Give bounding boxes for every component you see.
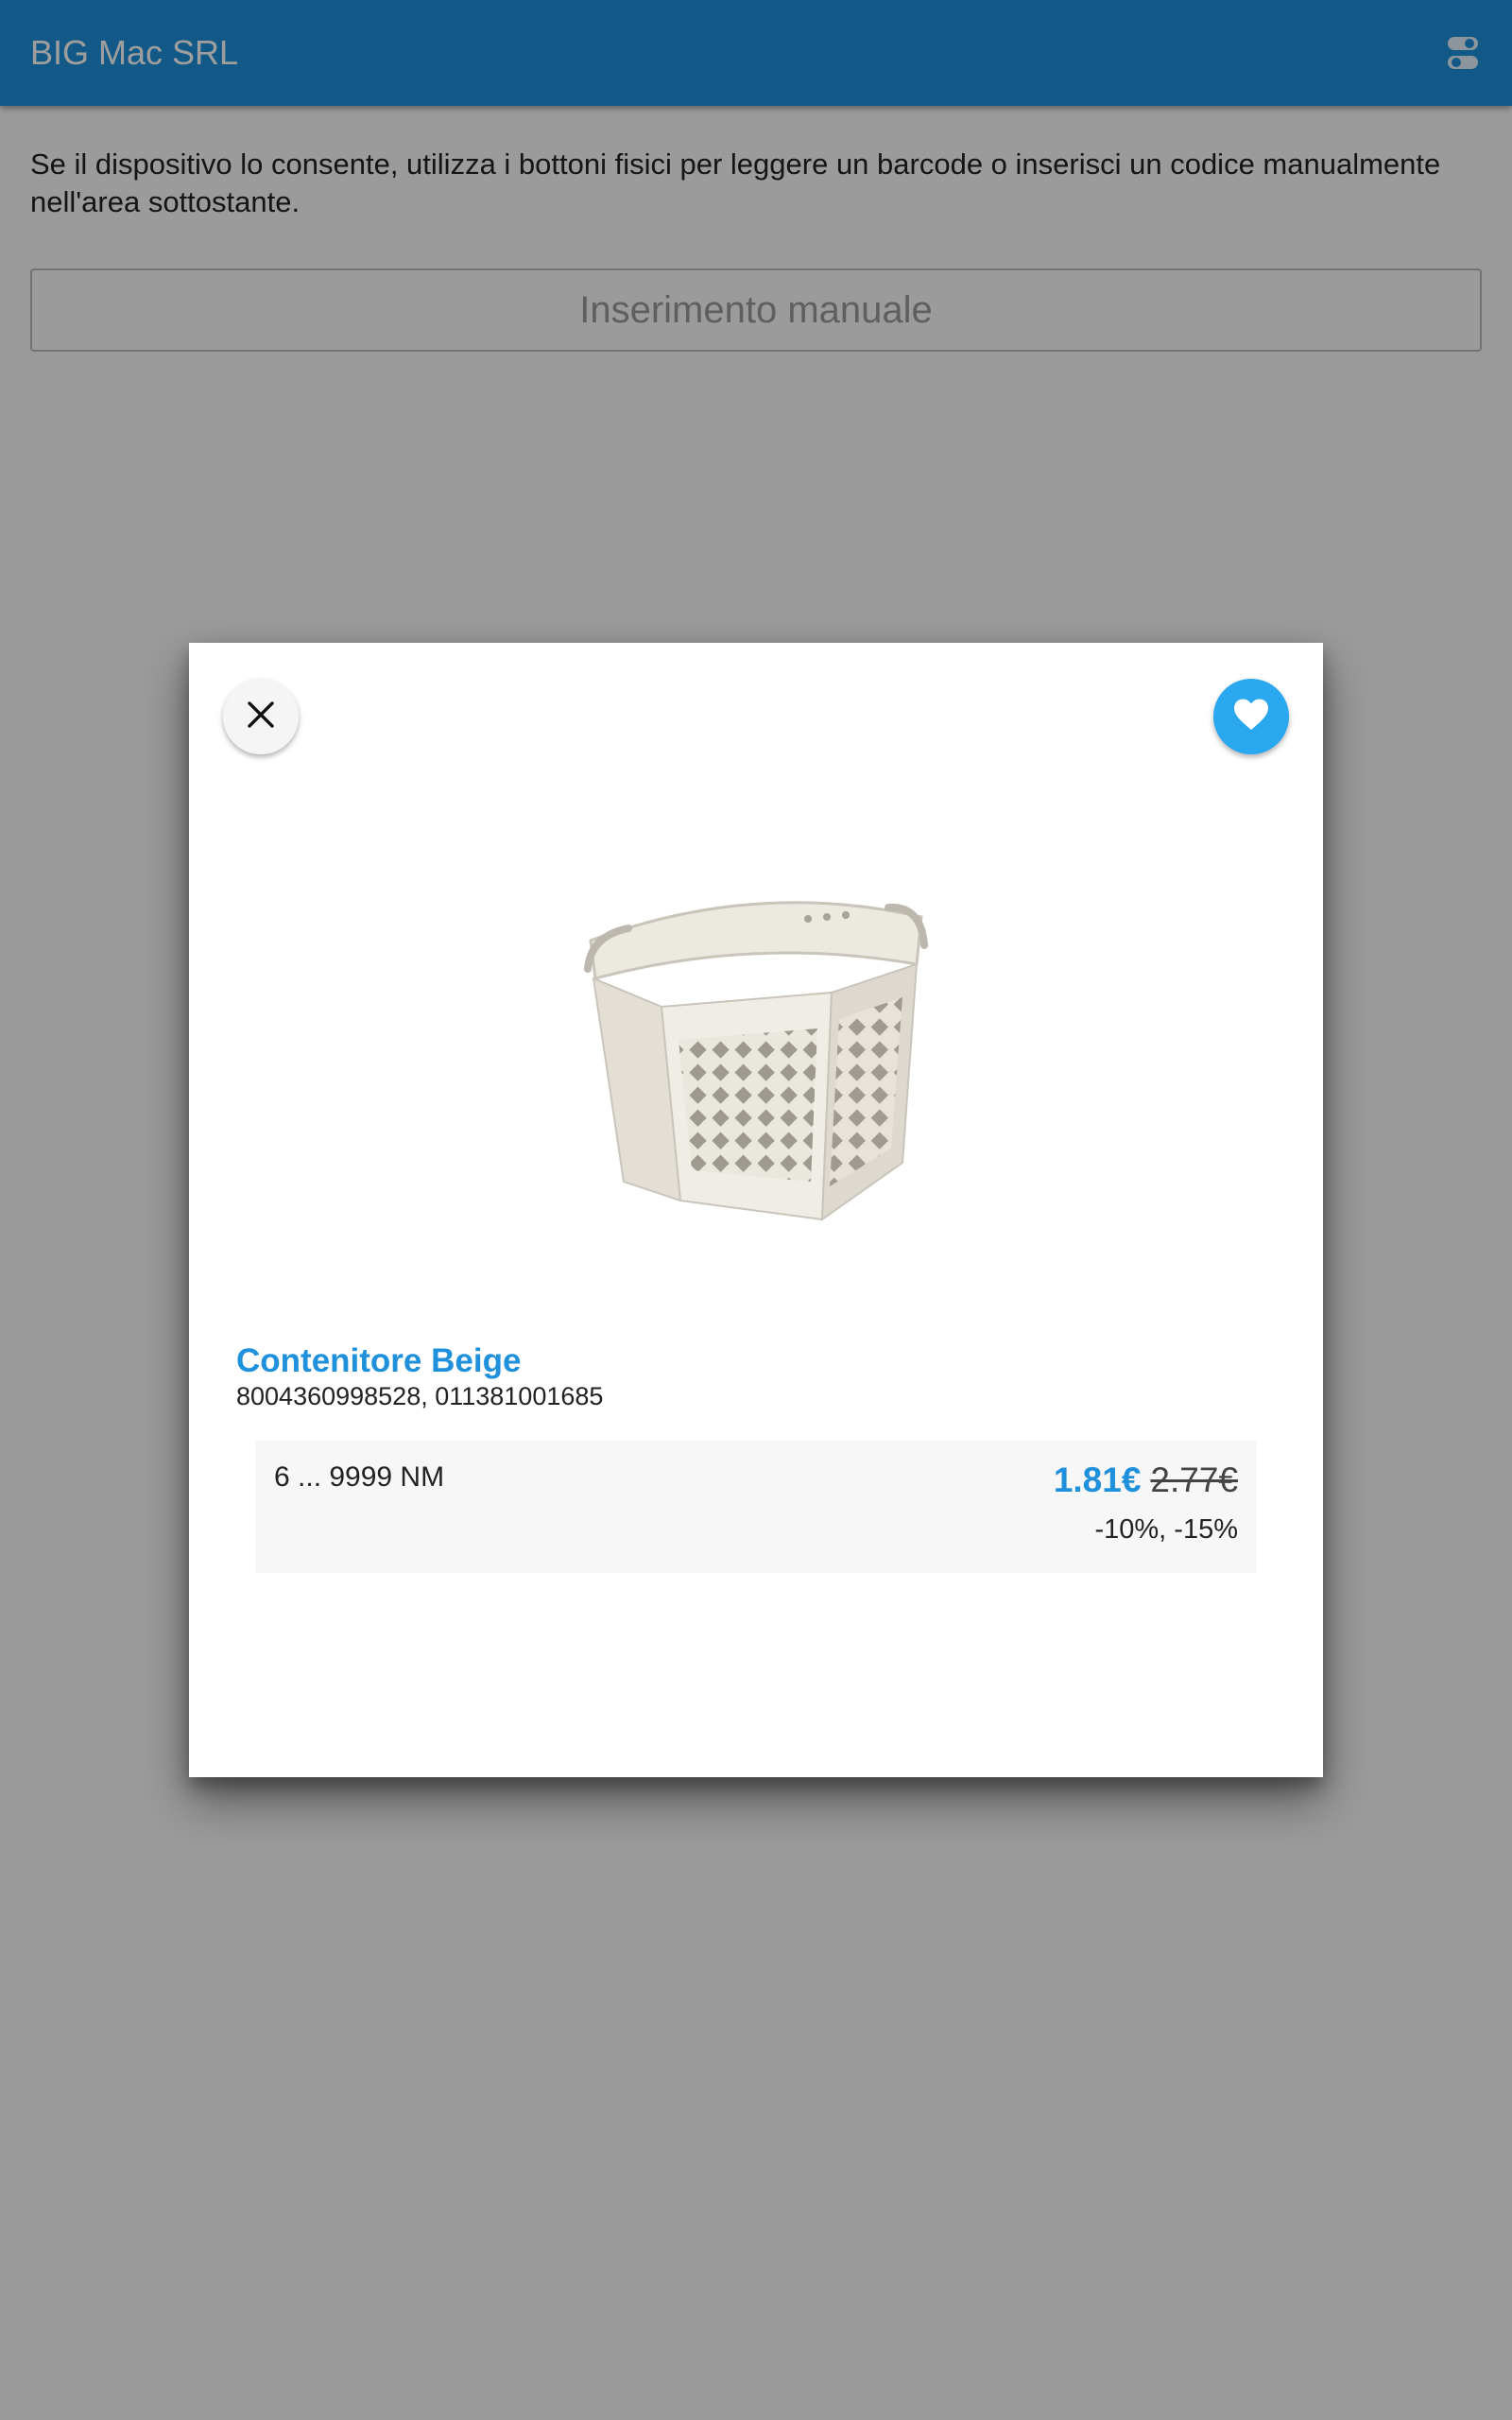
current-price: 1.81€ bbox=[1053, 1461, 1142, 1499]
original-price: 2.77€ bbox=[1150, 1461, 1238, 1499]
price-tier-row: 6 ... 9999 NM 1.81€ 2.77€ -10%, -15% bbox=[255, 1441, 1257, 1573]
heart-icon bbox=[1232, 698, 1270, 736]
product-image bbox=[425, 766, 1087, 1295]
price-line: 1.81€ 2.77€ bbox=[1054, 1460, 1238, 1501]
quantity-range: 6 ... 9999 NM bbox=[274, 1461, 445, 1493]
price-box: 1.81€ 2.77€ -10%, -15% bbox=[1054, 1460, 1238, 1546]
product-name: Contenitore Beige bbox=[236, 1342, 522, 1379]
favorite-button[interactable] bbox=[1213, 679, 1289, 754]
close-icon bbox=[247, 700, 275, 734]
product-dialog: Contenitore Beige 8004360998528, 0113810… bbox=[189, 643, 1323, 1777]
discounts: -10%, -15% bbox=[1094, 1514, 1238, 1545]
product-barcodes: 8004360998528, 011381001685 bbox=[236, 1382, 604, 1410]
close-button[interactable] bbox=[223, 679, 299, 754]
